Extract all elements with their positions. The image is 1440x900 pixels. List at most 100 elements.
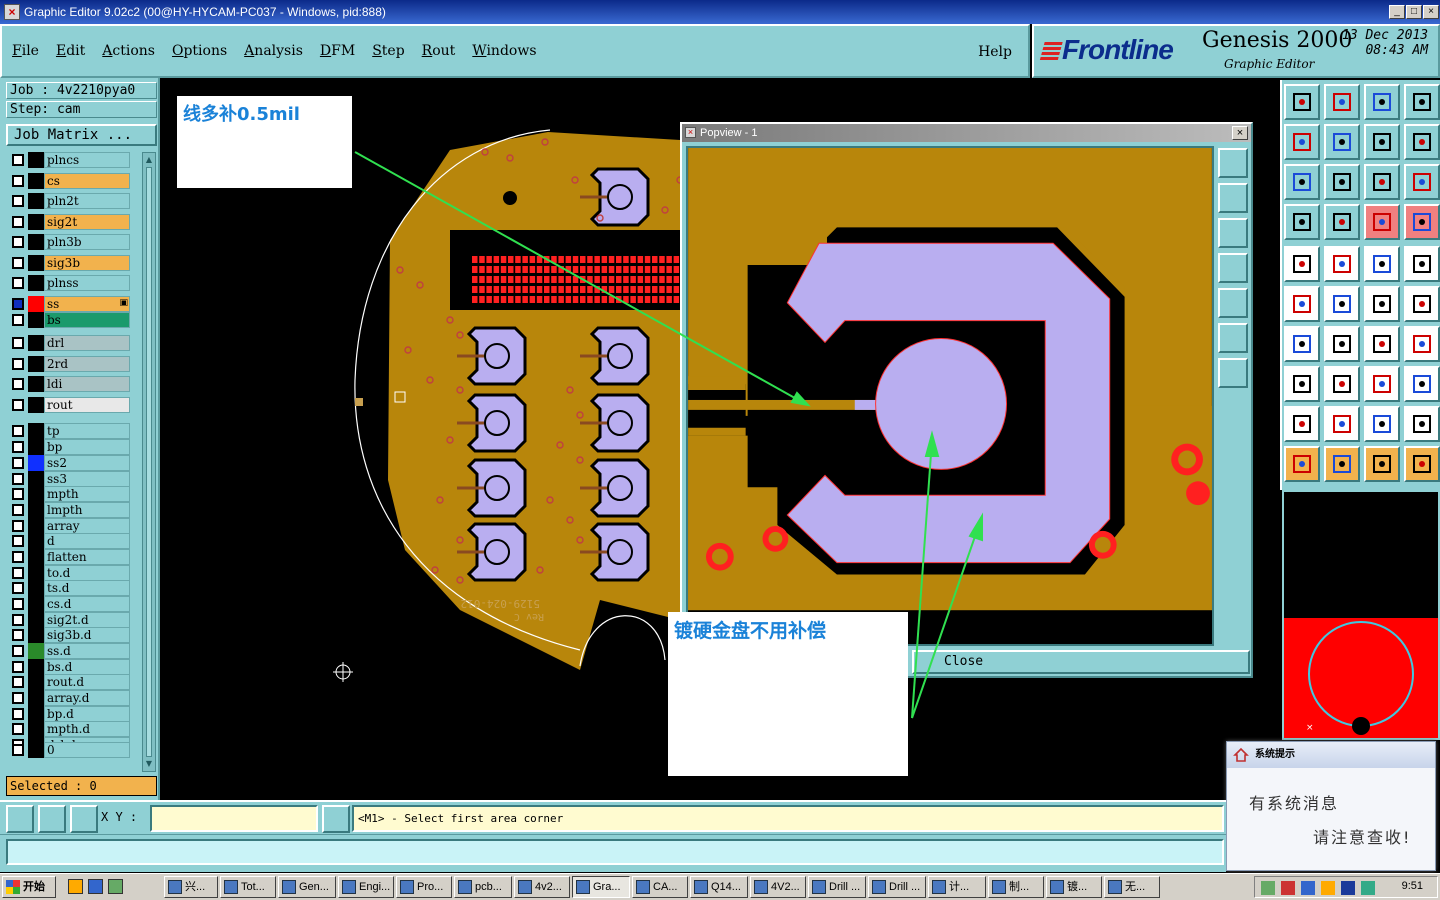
layer-color-swatch[interactable] bbox=[28, 595, 44, 612]
taskbar-item[interactable]: Drill ... bbox=[808, 876, 866, 898]
layer-row[interactable]: rout bbox=[8, 397, 130, 413]
text-a-outline-icon[interactable] bbox=[1324, 406, 1360, 442]
layer-color-swatch[interactable] bbox=[28, 152, 44, 168]
menu-options[interactable]: Options bbox=[172, 43, 227, 59]
resize-icon[interactable] bbox=[1364, 366, 1400, 402]
layer-name[interactable]: bs.d bbox=[44, 658, 130, 675]
layer-color-swatch[interactable] bbox=[28, 705, 44, 722]
layer-name[interactable]: drl bbox=[44, 335, 130, 352]
layer-row[interactable]: d bbox=[8, 533, 130, 550]
layer-name[interactable]: cs.d bbox=[44, 595, 130, 612]
trim-icon[interactable] bbox=[1324, 366, 1360, 402]
layer-checkbox[interactable] bbox=[12, 174, 24, 187]
layer-checkbox[interactable] bbox=[12, 154, 24, 166]
layer-name[interactable]: ts.d bbox=[44, 580, 130, 597]
help-icon[interactable] bbox=[1404, 164, 1440, 200]
grid-icon[interactable] bbox=[70, 805, 98, 833]
menu-help[interactable]: Help bbox=[978, 44, 1012, 60]
add-element-icon[interactable] bbox=[1284, 366, 1320, 402]
close-button[interactable]: × bbox=[1423, 5, 1439, 19]
layer-checkbox[interactable] bbox=[12, 298, 24, 311]
layer-color-swatch[interactable] bbox=[28, 470, 44, 487]
layer-color-swatch[interactable] bbox=[28, 254, 44, 271]
polygon-icon[interactable] bbox=[1324, 246, 1360, 282]
layer-name[interactable]: lmpth bbox=[44, 501, 130, 518]
layer-checkbox[interactable] bbox=[12, 195, 24, 208]
scale-1-2-icon[interactable] bbox=[1364, 164, 1400, 200]
layer-color-swatch[interactable] bbox=[28, 234, 44, 251]
pv-pan-left-icon[interactable] bbox=[1218, 253, 1248, 283]
layer-name[interactable]: pln2t bbox=[44, 193, 130, 210]
layer-name[interactable]: plnss bbox=[44, 275, 130, 292]
move-icon[interactable] bbox=[1364, 286, 1400, 322]
layer-row[interactable]: array.d bbox=[8, 690, 130, 707]
layer-name[interactable]: array.d bbox=[44, 690, 130, 707]
layer-name[interactable]: pln3b bbox=[44, 234, 130, 251]
layer-row[interactable]: mpth.d bbox=[8, 721, 130, 738]
ruler-icon[interactable] bbox=[1364, 246, 1400, 282]
layer-name[interactable]: flatten bbox=[44, 548, 130, 565]
rotate-icon[interactable] bbox=[1404, 286, 1440, 322]
menu-file[interactable]: File bbox=[12, 43, 39, 59]
menu-step[interactable]: Step bbox=[372, 43, 404, 59]
layer-name[interactable]: mpth bbox=[44, 486, 130, 503]
layer-color-swatch[interactable] bbox=[28, 674, 44, 691]
layer-checkbox[interactable] bbox=[12, 425, 24, 438]
popview-close-button[interactable]: Close bbox=[912, 650, 1250, 674]
taskbar-item[interactable]: 计... bbox=[928, 876, 986, 898]
layer-name[interactable]: bp.d bbox=[44, 705, 130, 722]
layer-color-swatch[interactable] bbox=[28, 193, 44, 210]
ime-icon[interactable] bbox=[1341, 881, 1355, 895]
layer-checkbox[interactable] bbox=[12, 215, 24, 228]
zoom-center-icon[interactable] bbox=[1324, 164, 1360, 200]
layer-row[interactable]: pln2t bbox=[8, 193, 130, 210]
job-field[interactable]: Job : 4v2210pya0 bbox=[6, 82, 157, 99]
layer-row[interactable]: ss ▣ bbox=[8, 296, 130, 313]
connect-icon[interactable] bbox=[1284, 286, 1320, 322]
popview-close-icon[interactable]: × bbox=[1232, 126, 1248, 140]
layer-checkbox[interactable] bbox=[12, 535, 24, 548]
layer-row[interactable]: flatten bbox=[8, 548, 130, 565]
layer-checkbox[interactable] bbox=[12, 566, 24, 579]
select-icon[interactable] bbox=[1284, 446, 1320, 482]
layer-color-swatch[interactable] bbox=[28, 548, 44, 565]
layer-color-swatch[interactable] bbox=[28, 564, 44, 581]
add-pad-icon[interactable] bbox=[1284, 246, 1320, 282]
select-box-icon[interactable] bbox=[1324, 446, 1360, 482]
layer-row[interactable]: array bbox=[8, 517, 130, 534]
grid-toggle-icon[interactable] bbox=[1324, 204, 1360, 240]
layer-row[interactable]: ldi bbox=[8, 376, 130, 393]
copy-icon[interactable] bbox=[1404, 366, 1440, 402]
layer-name[interactable]: sig3b bbox=[44, 254, 130, 271]
select-chain-icon[interactable] bbox=[1404, 446, 1440, 482]
layer-row[interactable]: drl bbox=[8, 335, 130, 352]
layer-name[interactable]: cs bbox=[44, 172, 130, 189]
pv-pan-up-icon[interactable] bbox=[1218, 183, 1248, 213]
menu-actions[interactable]: Actions bbox=[102, 43, 155, 59]
home-view-icon[interactable] bbox=[1364, 84, 1400, 120]
layer-checkbox[interactable] bbox=[12, 357, 24, 370]
layer-row[interactable]: tp bbox=[8, 423, 130, 440]
tray-icon[interactable] bbox=[1321, 881, 1335, 895]
taskbar-item[interactable]: Gra... bbox=[572, 876, 630, 898]
layer-name[interactable]: sig2t bbox=[44, 213, 130, 230]
pv-zoom-out-icon[interactable] bbox=[1218, 358, 1248, 388]
layer-checkbox[interactable] bbox=[12, 723, 24, 736]
layer-color-swatch[interactable] bbox=[28, 213, 44, 230]
overview-map[interactable]: × bbox=[1282, 490, 1440, 740]
layer-checkbox[interactable] bbox=[12, 488, 24, 501]
taskbar-item[interactable]: pcb... bbox=[454, 876, 512, 898]
layer-color-swatch[interactable] bbox=[28, 311, 44, 328]
redo-view-icon[interactable] bbox=[1364, 124, 1400, 160]
layer-color-swatch[interactable] bbox=[28, 611, 44, 628]
layer-checkbox[interactable] bbox=[12, 744, 24, 756]
tray-icon[interactable] bbox=[1261, 881, 1275, 895]
line-icon[interactable] bbox=[1284, 326, 1320, 362]
layer-row[interactable]: ss2 bbox=[8, 454, 130, 471]
delete-icon[interactable] bbox=[1324, 286, 1360, 322]
info-icon[interactable] bbox=[322, 805, 350, 833]
pan-left-icon[interactable] bbox=[1284, 124, 1320, 160]
layer-color-swatch[interactable] bbox=[28, 486, 44, 503]
taskbar-item[interactable]: Pro... bbox=[396, 876, 452, 898]
layer-color-swatch[interactable] bbox=[28, 296, 44, 313]
